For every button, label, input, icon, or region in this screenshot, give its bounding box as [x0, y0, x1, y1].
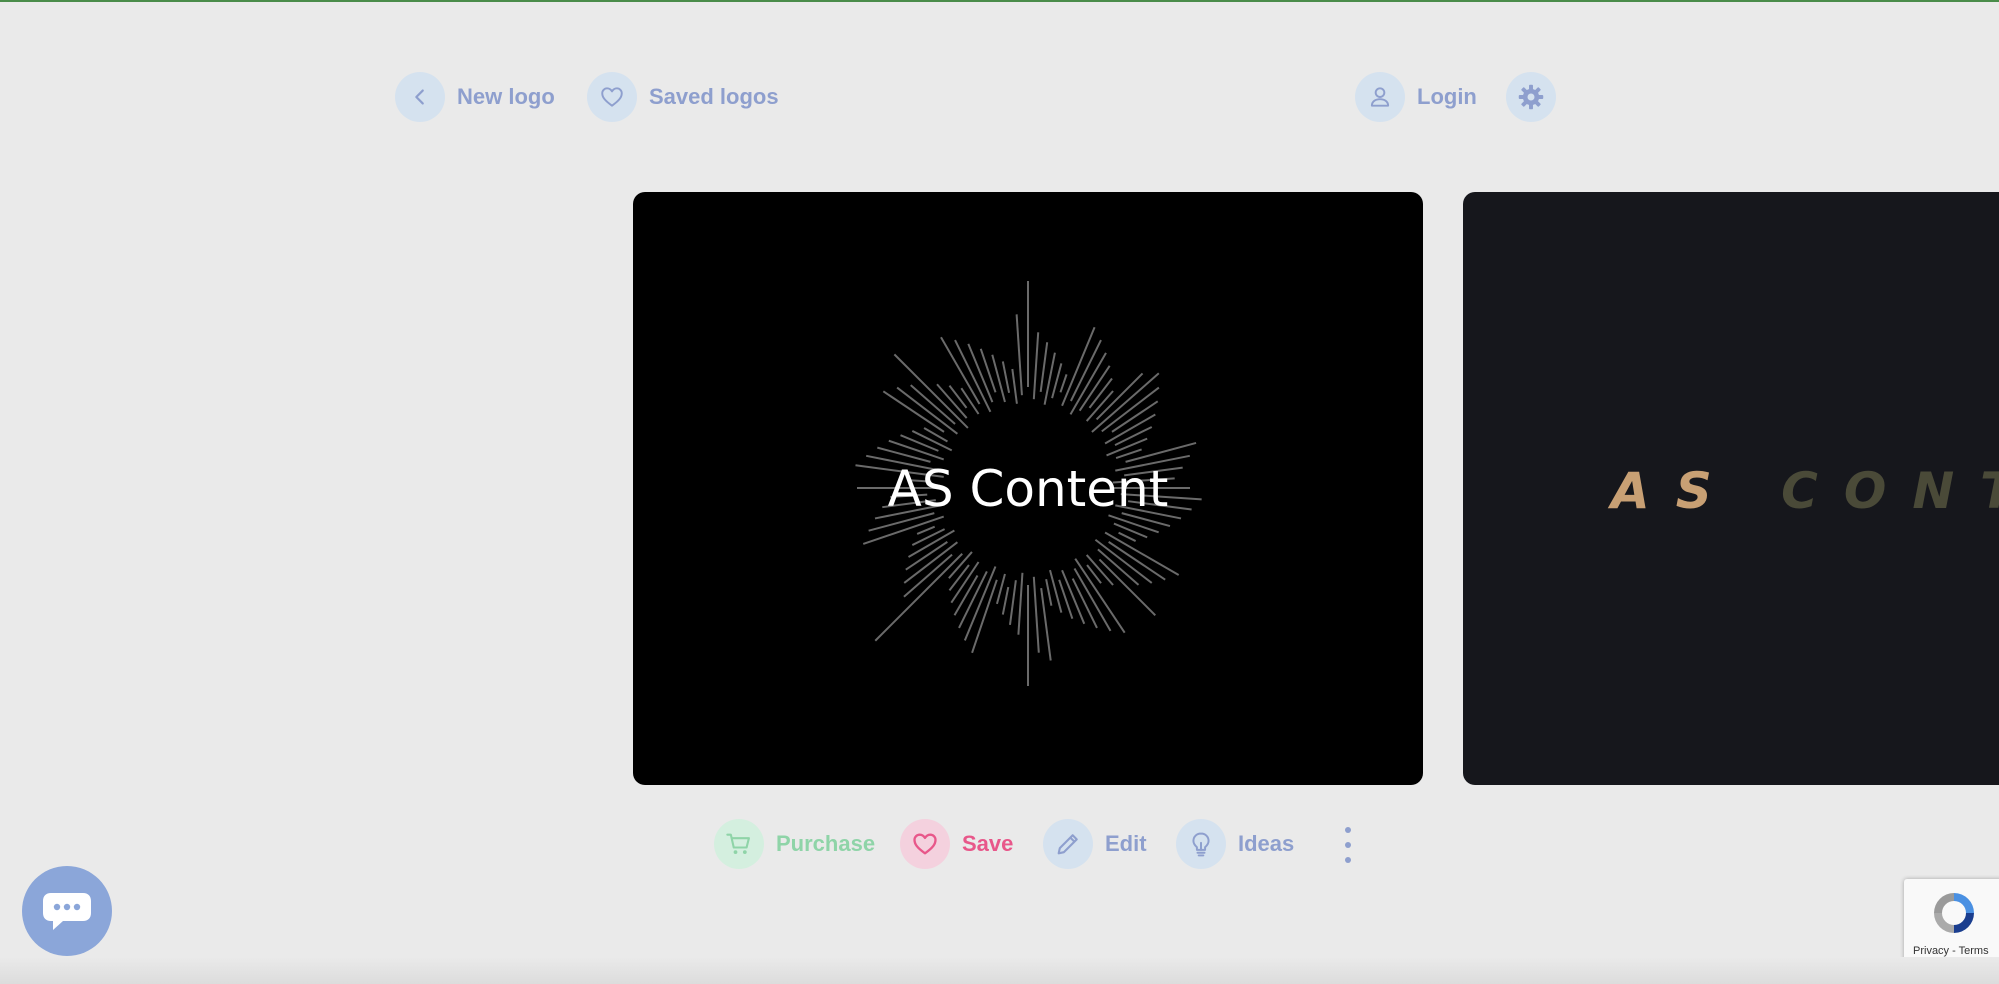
ideas-label: Ideas: [1238, 831, 1295, 856]
chat-bubble-icon: [43, 893, 91, 930]
more-vertical-icon[interactable]: [1336, 827, 1360, 863]
lightbulb-icon: [1176, 819, 1226, 869]
recaptcha-links: Privacy - Terms: [1913, 945, 1989, 957]
save-label: Save: [962, 831, 1014, 856]
next-logo-card[interactable]: AS CONTE: [1463, 192, 1999, 785]
new-logo-button[interactable]: New logo: [395, 72, 555, 122]
purchase-label: Purchase: [776, 831, 876, 856]
page-bottom-edge: [0, 957, 1999, 984]
login-label: Login: [1417, 84, 1477, 109]
heart-icon: [587, 72, 637, 122]
purchase-button[interactable]: Purchase: [714, 819, 875, 869]
saved-logos-button[interactable]: Saved logos: [587, 72, 779, 122]
pencil-icon: [1043, 819, 1093, 869]
ideas-button[interactable]: Ideas: [1176, 819, 1294, 869]
new-logo-label: New logo: [457, 84, 555, 109]
save-button[interactable]: Save: [900, 819, 1013, 869]
recaptcha-icon: [1934, 893, 1974, 933]
recaptcha-badge[interactable]: Privacy - Terms: [1904, 879, 1999, 963]
edit-label: Edit: [1105, 831, 1147, 856]
logo-text: AS Content: [887, 459, 1169, 518]
privacy-link[interactable]: Privacy: [1913, 945, 1949, 957]
user-icon: [1355, 72, 1405, 122]
chevron-left-icon: [395, 72, 445, 122]
saved-logos-label: Saved logos: [649, 84, 779, 109]
cart-icon: [714, 819, 764, 869]
login-button[interactable]: Login: [1355, 72, 1477, 122]
next-logo-text: AS CONTE: [1611, 462, 1999, 520]
edit-button[interactable]: Edit: [1043, 819, 1147, 869]
chat-widget-button[interactable]: [22, 866, 112, 956]
heart-icon: [900, 819, 950, 869]
settings-button[interactable]: [1506, 72, 1556, 122]
terms-link[interactable]: Terms: [1959, 945, 1989, 957]
logo-preview-card[interactable]: AS Content: [633, 192, 1423, 785]
gear-icon: [1506, 72, 1556, 122]
